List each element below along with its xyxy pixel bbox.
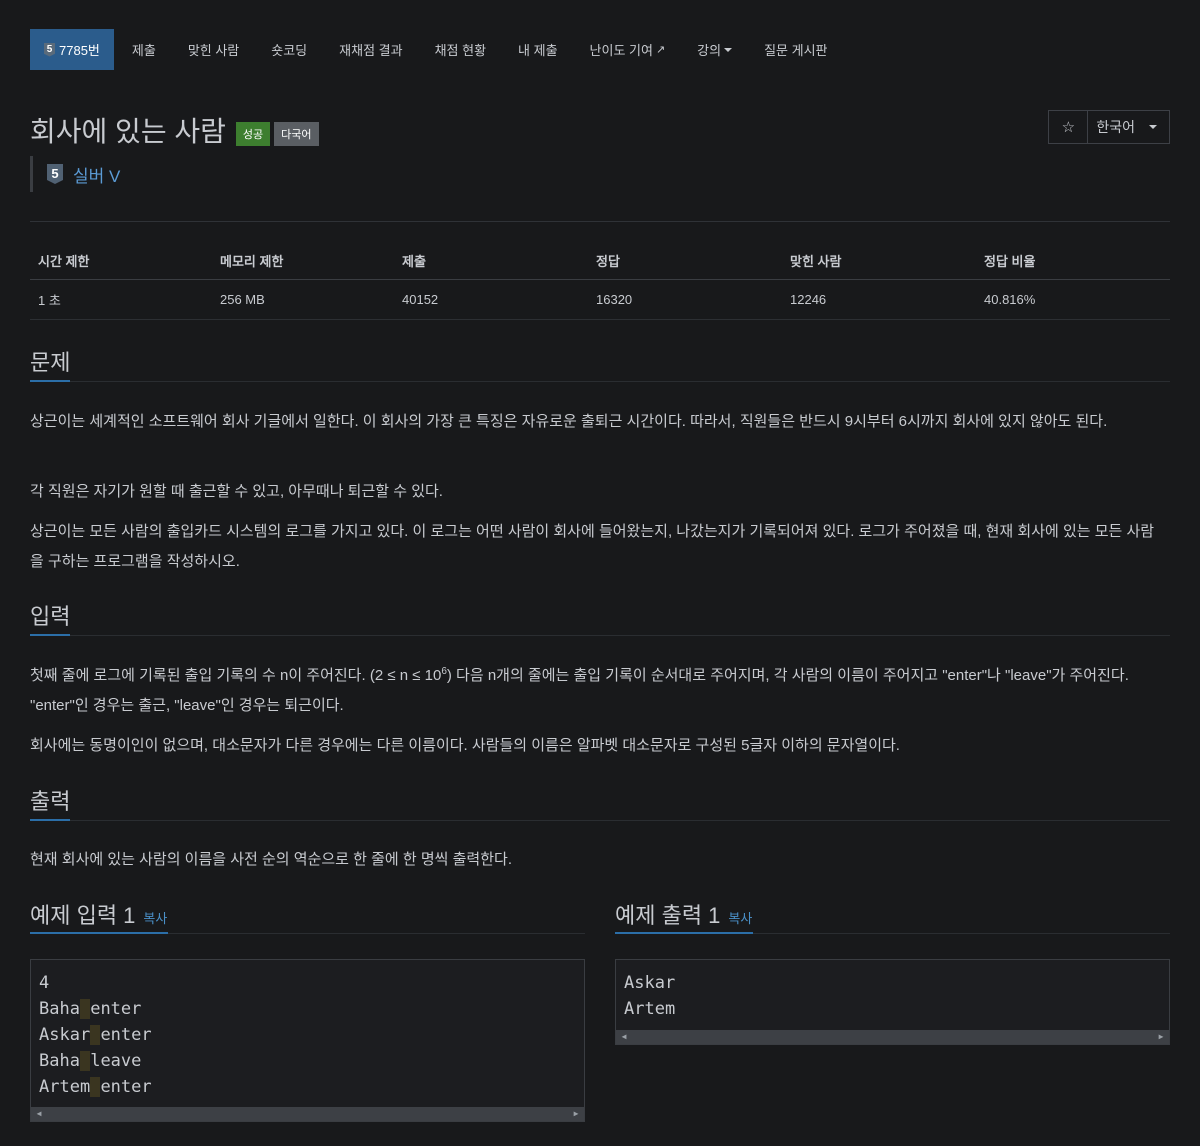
tier-icon: 5 [44,42,55,57]
input-row-action: enter [90,999,142,1019]
section-divider [30,381,1170,382]
nav-problem-number[interactable]: 5 7785번 [30,29,114,70]
input-row-name: Baha [39,999,80,1019]
section-divider [30,820,1170,821]
section-underline [30,380,70,382]
header-solvers: 맞힌 사람 [782,243,976,280]
caret-down-icon [1149,125,1157,129]
section-input-title: 입력 [30,604,71,629]
scroll-right-icon[interactable]: ▶ [1155,1030,1167,1044]
example-output-box[interactable]: Askar Artem ◀ ▶ [615,959,1170,1045]
problem-paragraph-2: 각 직원은 자기가 원할 때 출근할 수 있고, 아무때나 퇴근할 수 있다. [30,483,443,500]
example-input-header: 예제 입력 1 복사 [30,898,167,930]
copy-input-button[interactable]: 복사 [143,911,167,926]
input-row-name: Artem [39,1077,91,1097]
external-link-icon: ↗ [655,44,666,56]
input-paragraph-2: 회사에는 동명이인이 없으며, 대소문자가 다른 경우에는 다른 이름이다. 사… [30,737,900,754]
problem-number-label: 7785번 [59,43,100,58]
language-label: 한국어 [1096,119,1135,135]
horizontal-scrollbar[interactable]: ◀ ▶ [31,1107,584,1121]
star-icon: ☆ [1061,119,1076,136]
input-paragraph-1: 첫째 줄에 로그에 기록된 출입 기록의 수 n이 주어진다. (2 ≤ n ≤… [30,661,1165,721]
scroll-left-icon[interactable]: ◀ [33,1107,45,1121]
example-input-count: 4 [39,973,50,993]
title-actions: ☆ 한국어 [1048,110,1170,144]
nav-shortcoding[interactable]: 숏코딩 [271,40,307,59]
table-header-row: 시간 제한 메모리 제한 제출 정답 맞힌 사람 정답 비율 [30,243,1170,280]
whitespace-marker [79,999,91,1019]
table-row: 1 초 256 MB 40152 16320 12246 40.816% [30,279,1170,320]
output-line: Artem [624,999,676,1019]
nav-difficulty-contribution[interactable]: 난이도 기여 ↗ [590,40,666,59]
ratio-value: 40.816% [976,279,1170,320]
nav-submit[interactable]: 제출 [132,40,156,59]
section-divider [30,635,1170,636]
section-output-title: 출력 [30,789,71,814]
copy-output-button[interactable]: 복사 [728,911,752,926]
memory-limit-value: 256 MB [212,279,394,320]
section-underline [30,819,70,821]
scroll-left-icon[interactable]: ◀ [618,1030,630,1044]
example-input-title: 예제 입력 1 [30,903,136,928]
header-accepted: 정답 [588,243,782,280]
input-p1-before: 첫째 줄에 로그에 기록된 출입 기록의 수 n이 주어진다. (2 ≤ n ≤… [30,667,442,684]
submissions-value: 40152 [394,279,588,320]
solvers-value: 12246 [782,279,976,320]
output-paragraph-1: 현재 회사에 있는 사람의 이름을 사전 순의 역순으로 한 줄에 한 명씩 출… [30,851,512,868]
nav-solvers[interactable]: 맞힌 사람 [188,40,239,59]
problem-paragraph-3: 상근이는 모든 사람의 출입카드 시스템의 로그를 가지고 있다. 이 로그는 … [30,523,1155,570]
success-badge: 성공 [235,122,271,146]
example-output-header: 예제 출력 1 복사 [615,898,752,930]
problem-title: 회사에 있는 사람 [30,116,226,147]
nav-rejudge[interactable]: 재채점 결과 [339,40,402,59]
header-memory-limit: 메모리 제한 [212,243,394,280]
tier-icon: 5 [47,164,63,184]
nav-qna-board[interactable]: 질문 게시판 [764,40,827,59]
title-row: 회사에 있는 사람 성공 다국어 [30,110,319,150]
tier-name-link[interactable]: 실버 V [73,162,120,187]
header-time-limit: 시간 제한 [30,243,212,280]
input-row-action: enter [100,1025,152,1045]
example-input-box[interactable]: 4 Baha enter Askar enter Baha leave Arte… [30,959,585,1122]
scroll-right-icon[interactable]: ▶ [570,1107,582,1121]
page: 5 7785번 제출 맞힌 사람 숏코딩 재채점 결과 채점 현황 내 제출 난… [0,0,1200,1146]
input-row-name: Askar [39,1025,91,1045]
example-output-title: 예제 출력 1 [615,903,721,928]
nav-status[interactable]: 채점 현황 [435,40,486,59]
input-row-name: Baha [39,1051,80,1071]
section-underline [30,932,168,934]
section-underline [30,634,70,636]
problem-paragraph-1: 상근이는 세계적인 소프트웨어 회사 기글에서 일한다. 이 회사의 가장 큰 … [30,413,1108,430]
multilang-badge: 다국어 [274,122,319,146]
output-line: Askar [624,973,676,993]
problem-tier: 5 실버 V [30,156,120,192]
nav-difficulty-label: 난이도 기여 [589,43,653,58]
problem-nav: 5 7785번 제출 맞힌 사람 숏코딩 재채점 결과 채점 현황 내 제출 난… [30,29,860,70]
accepted-value: 16320 [588,279,782,320]
problem-info-table: 시간 제한 메모리 제한 제출 정답 맞힌 사람 정답 비율 1 초 256 M… [30,243,1170,320]
whitespace-marker [90,1077,101,1097]
caret-down-icon [724,47,733,52]
divider [30,221,1170,222]
star-button[interactable]: ☆ [1049,111,1089,143]
section-underline [615,932,753,934]
section-problem-title: 문제 [30,350,71,375]
header-ratio: 정답 비율 [976,243,1170,280]
time-limit-value: 1 초 [30,279,212,320]
nav-lecture-dropdown[interactable]: 강의 [697,40,733,59]
example-input-lines: 4 Baha enter Askar enter Baha leave Arte… [31,960,584,1108]
whitespace-marker [90,1025,101,1045]
input-row-action: leave [90,1051,142,1071]
header-submissions: 제출 [394,243,588,280]
nav-lecture-label: 강의 [697,43,722,58]
input-row-action: enter [100,1077,152,1097]
nav-my-submissions[interactable]: 내 제출 [518,40,558,59]
language-dropdown[interactable]: 한국어 [1088,111,1169,143]
example-output-lines: Askar Artem [616,960,1169,1030]
horizontal-scrollbar[interactable]: ◀ ▶ [616,1030,1169,1044]
whitespace-marker [79,1051,91,1071]
